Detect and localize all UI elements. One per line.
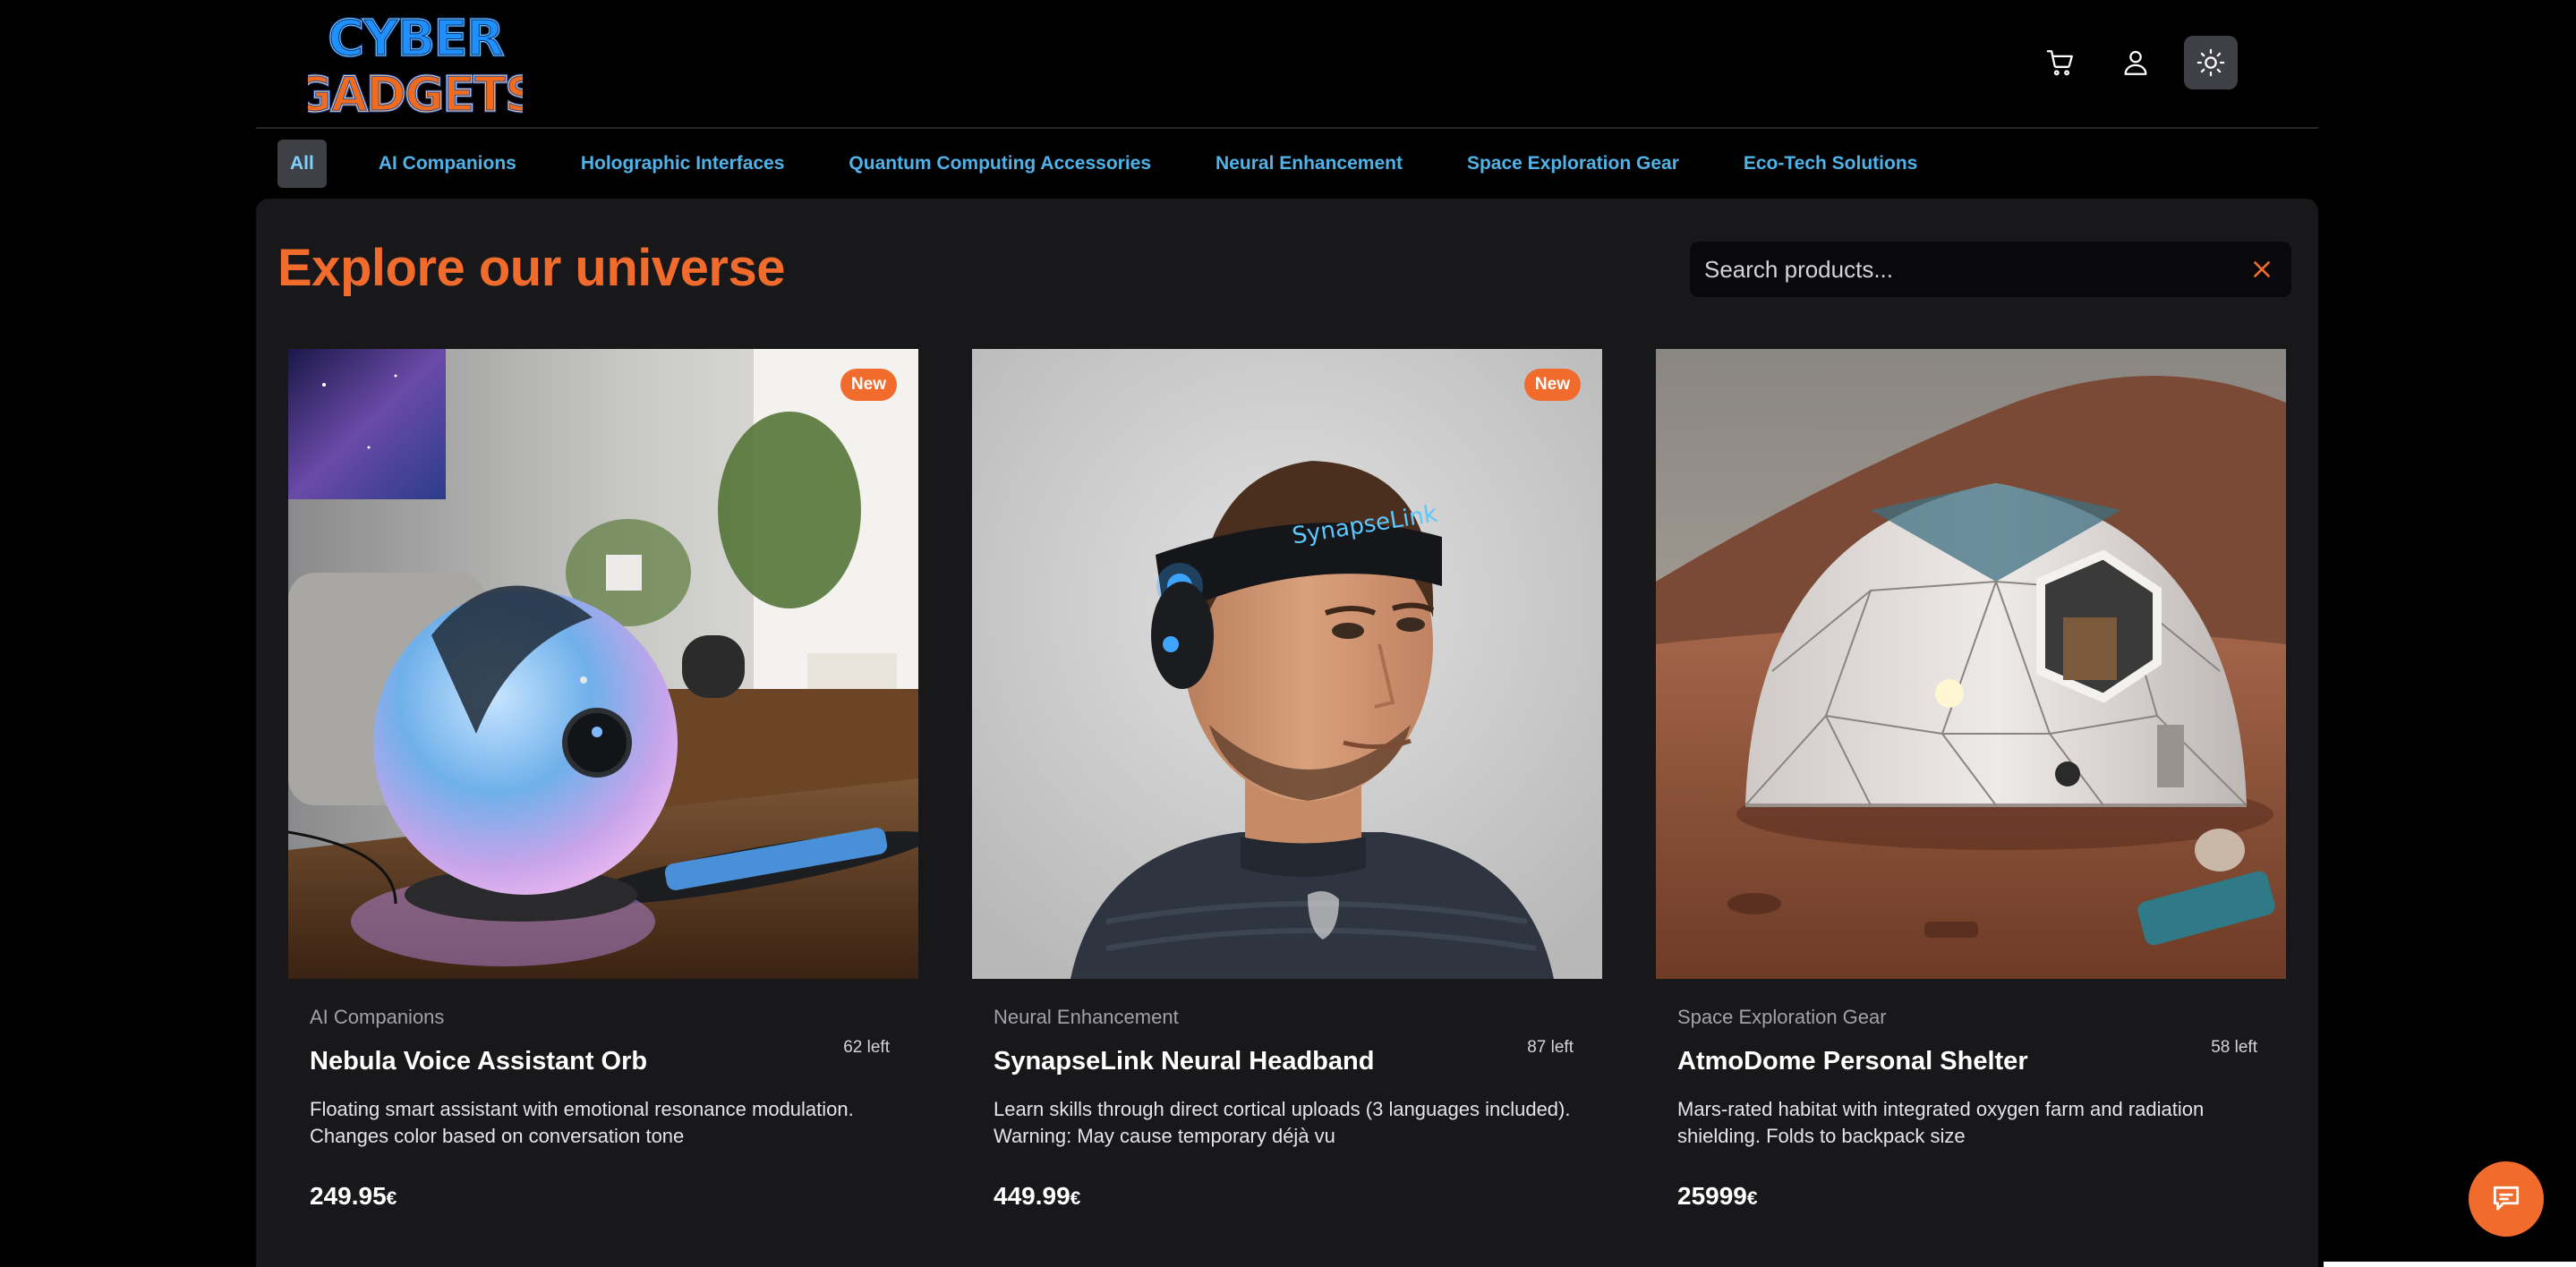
product-price: 449.99€: [994, 1182, 1581, 1211]
clear-search-button[interactable]: [2247, 254, 2277, 285]
price-currency: €: [386, 1188, 397, 1209]
page: CYBER CYBER GADGETS GADGETS All AI Compa…: [0, 0, 2576, 1267]
dome-product-photo: [1656, 349, 2286, 979]
product-price: 25999€: [1677, 1182, 2265, 1211]
search-bar: [1690, 242, 2291, 297]
category-nav: All AI Companions Holographic Interfaces…: [277, 140, 1949, 188]
stock-count: 62 left: [843, 1038, 890, 1057]
product-name[interactable]: Nebula Voice Assistant Orb: [310, 1047, 897, 1076]
product-description: Mars-rated habitat with integrated oxyge…: [1677, 1098, 2205, 1147]
window-edge: [2324, 1262, 2576, 1267]
logo-line2-highlight: GADGETS: [308, 66, 523, 118]
product-grid: New AI Companions 62 left Nebula Voice A…: [288, 349, 2286, 1211]
sun-icon: [2196, 48, 2225, 77]
product-description: Floating smart assistant with emotional …: [310, 1098, 854, 1147]
category-tab-holographic-interfaces[interactable]: Holographic Interfaces: [549, 140, 817, 188]
headband-product-photo: SynapseLink: [972, 349, 1602, 979]
category-tab-all[interactable]: All: [277, 140, 327, 188]
search-input[interactable]: [1704, 242, 2247, 297]
cart-button[interactable]: [2034, 36, 2087, 89]
chat-icon: [2493, 1186, 2520, 1211]
new-badge: New: [1523, 369, 1581, 401]
product-info: Neural Enhancement 87 left SynapseLink N…: [972, 1006, 1602, 1211]
product-category: Space Exploration Gear: [1677, 1006, 1887, 1028]
user-icon: [2124, 50, 2147, 75]
product-image[interactable]: SynapseLink New: [972, 349, 1602, 979]
product-price: 249.95€: [310, 1182, 897, 1211]
product-info: AI Companions 62 left Nebula Voice Assis…: [288, 1006, 918, 1211]
product-card[interactable]: SynapseLink New Neural Enhancement 87 le…: [972, 349, 1602, 1211]
category-tab-eco-tech-solutions[interactable]: Eco-Tech Solutions: [1711, 140, 1949, 188]
logo[interactable]: CYBER CYBER GADGETS GADGETS: [308, 7, 523, 119]
category-tab-ai-companions[interactable]: AI Companions: [346, 140, 549, 188]
category-tab-neural-enhancement[interactable]: Neural Enhancement: [1183, 140, 1435, 188]
account-button[interactable]: [2109, 36, 2162, 89]
theme-toggle-button[interactable]: [2184, 36, 2238, 89]
price-currency: €: [1746, 1188, 1758, 1209]
stock-count: 58 left: [2211, 1038, 2257, 1057]
chat-button[interactable]: [2469, 1161, 2544, 1237]
close-icon: [2254, 261, 2270, 277]
product-panel: Explore our universe Search products... …: [256, 199, 2318, 1267]
product-image[interactable]: New: [288, 349, 918, 979]
new-badge: New: [840, 369, 897, 401]
product-name[interactable]: SynapseLink Neural Headband: [994, 1047, 1581, 1076]
cart-icon: [2046, 50, 2073, 76]
header-actions: [2034, 36, 2238, 89]
price-amount: 249.95: [310, 1182, 387, 1210]
price-amount: 449.99: [994, 1182, 1070, 1210]
category-tab-quantum-computing-accessories[interactable]: Quantum Computing Accessories: [816, 140, 1183, 188]
page-title: Explore our universe: [277, 239, 785, 297]
product-description: Learn skills through direct cortical upl…: [994, 1098, 1571, 1147]
product-category: Neural Enhancement: [994, 1006, 1179, 1028]
orb-product-photo: [288, 349, 918, 979]
product-name[interactable]: AtmoDome Personal Shelter: [1677, 1047, 2265, 1076]
product-image[interactable]: [1656, 349, 2286, 979]
price-currency: €: [1070, 1188, 1081, 1209]
logo-line1-highlight: CYBER: [328, 10, 504, 68]
product-card[interactable]: New AI Companions 62 left Nebula Voice A…: [288, 349, 918, 1211]
product-card[interactable]: Space Exploration Gear 58 left AtmoDome …: [1656, 349, 2286, 1211]
stock-count: 87 left: [1527, 1038, 1574, 1057]
site-header: CYBER CYBER GADGETS GADGETS: [256, 0, 2318, 129]
price-amount: 25999: [1677, 1182, 1747, 1210]
product-category: AI Companions: [310, 1006, 445, 1028]
logo-graphic: CYBER CYBER GADGETS GADGETS: [308, 9, 523, 119]
product-info: Space Exploration Gear 58 left AtmoDome …: [1656, 1006, 2286, 1211]
category-tab-space-exploration-gear[interactable]: Space Exploration Gear: [1435, 140, 1711, 188]
